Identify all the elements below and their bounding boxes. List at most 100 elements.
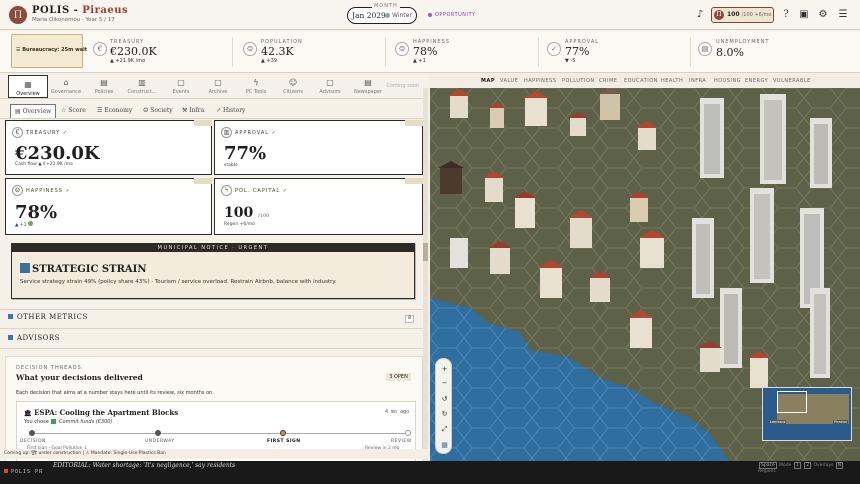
rotate-left-button[interactable]: ↺: [436, 393, 453, 405]
map-tab-health[interactable]: HEALTH: [661, 78, 683, 84]
nav-advisors[interactable]: ▢ Advisors: [310, 74, 350, 98]
help-icon[interactable]: ?: [780, 9, 792, 21]
subtab-overview[interactable]: ▤ Overview: [10, 104, 57, 118]
open-count-badge: 3 OPEN: [386, 373, 411, 381]
approval-card[interactable]: ▥ APPROVAL ✓ 77% stable: [214, 120, 423, 175]
approval-value: 77%: [565, 45, 590, 58]
divider: [0, 348, 428, 349]
notice-header: MUNICIPAL NOTICE · URGENT: [12, 244, 414, 252]
divider: [385, 37, 386, 67]
subtab-society[interactable]: ☺ Society: [139, 104, 177, 118]
key-hint-label: Mode: [779, 463, 792, 468]
nav-label: Construct...: [127, 89, 157, 95]
nav-archive[interactable]: ▢ Archive: [198, 74, 238, 98]
key-hint: 2: [804, 462, 812, 469]
map-tab-crime[interactable]: CRIME: [599, 78, 617, 84]
population-icon: ☺: [243, 42, 257, 56]
subtab-score[interactable]: ☆ Score: [57, 104, 90, 118]
map-tab-happiness[interactable]: HAPPINESS: [524, 78, 556, 84]
other-metrics-count: 8: [405, 315, 414, 323]
minimap[interactable]: Lemesos Piraeus: [762, 387, 852, 441]
stage-underway-dot: [155, 430, 161, 436]
nav-citizens[interactable]: ☺ Citizens: [273, 74, 313, 98]
fit-view-button[interactable]: ⤢: [436, 423, 453, 435]
happiness-card[interactable]: ☺ HAPPINESS ✓ 78% ▲ +1: [5, 178, 212, 235]
stage-decision-label: DECISION: [20, 439, 46, 444]
zoom-in-button[interactable]: +: [436, 363, 453, 375]
stage-review-label: REVIEW: [391, 439, 412, 444]
population-value: 42.3K: [261, 45, 294, 58]
nav-overview[interactable]: ▦ Overview: [8, 75, 48, 98]
unemployment-icon: ▤: [698, 42, 712, 56]
nav-label: Events: [172, 89, 190, 95]
map-tab-energy[interactable]: ENERGY: [745, 78, 768, 84]
divider: [0, 328, 428, 329]
map-tab-education[interactable]: EDUCATION: [624, 78, 658, 84]
subtab-label: History: [222, 107, 246, 114]
policies-icon: ▤: [100, 78, 108, 87]
map-tab-housing[interactable]: HOUSING: [714, 78, 741, 84]
other-metrics-toggle[interactable]: OTHER METRICS: [8, 313, 88, 321]
subtab-history[interactable]: ↗ History: [212, 104, 249, 118]
menu-icon[interactable]: ☰: [837, 9, 849, 21]
advisors-toggle[interactable]: ADVISORS: [8, 334, 60, 342]
nav-governance[interactable]: ⌂ Governance: [46, 74, 86, 98]
decision-title: What your decisions delivered: [16, 373, 143, 382]
card-label: POL. CAPITAL ✓: [235, 188, 288, 194]
volume-icon[interactable]: ♪: [694, 9, 706, 21]
pc-tools-icon: ϟ: [253, 78, 259, 87]
subtab-infra[interactable]: ⚒ Infra: [178, 104, 208, 118]
pol-capital-icon: ϟ: [221, 185, 232, 196]
map-tab-infra[interactable]: INFRA: [689, 78, 706, 84]
construct-icon: ▥: [138, 78, 146, 87]
divider: [690, 37, 691, 67]
map-tab-vulnerable[interactable]: VULNERABLE: [773, 78, 811, 84]
layer-toggle-button[interactable]: ▦: [436, 439, 453, 451]
subtab-economy[interactable]: ☰ Economy: [93, 104, 136, 118]
thread-title-text: ESPA: Cooling the Apartment Blocks: [34, 408, 179, 417]
stage-review-dot: [405, 430, 411, 436]
map-overlay-tabs: MAP VALUE HAPPINESS POLLUTION CRIME EDUC…: [430, 74, 860, 88]
coming-soon-label: Coming soon: [386, 83, 419, 89]
news-headline[interactable]: EDITORIAL: Water shortage: 'It's neglige…: [53, 462, 235, 469]
nav-pc-tools[interactable]: ϟ PC Tools: [236, 74, 276, 98]
city-emblem-icon: Π: [9, 6, 27, 24]
pol-capital-card-sub: Regen +6/mo: [224, 222, 255, 227]
treasury-delta: ▲ +21.9K /mo: [110, 58, 146, 64]
panel-scrollbar-thumb[interactable]: [423, 243, 428, 261]
treasury-card[interactable]: € TREASURY ✓ €230.0K Cash flow ▲ €+21.9K…: [5, 120, 212, 175]
map-tab-pollution[interactable]: POLLUTION: [562, 78, 595, 84]
rotate-right-button[interactable]: ↻: [436, 408, 453, 420]
panel-scrollbar[interactable]: [423, 88, 428, 462]
month-value: Jan 2029: [352, 11, 386, 20]
approval-icon: ▥: [221, 127, 232, 138]
opportunity-badge[interactable]: OPPORTUNITY: [428, 12, 476, 18]
minimap-viewport[interactable]: [777, 391, 807, 413]
notice-title-text: STRATEGIC STRAIN: [32, 264, 147, 275]
minimap-label: Piraeus: [833, 420, 848, 424]
save-icon[interactable]: ▣: [798, 9, 810, 21]
pol-capital-card[interactable]: ϟ POL. CAPITAL ✓ 100 /100 Regen +6/mo: [214, 178, 423, 235]
approval-delta: ▼ -5: [565, 58, 576, 64]
map-tab-value[interactable]: VALUE: [500, 78, 518, 84]
stats-strip: ☰ Bureaucracy: 25m wait € TREASURY €230.…: [0, 31, 860, 73]
nav-events[interactable]: ▢ Events: [161, 74, 201, 98]
stage-underway-label: UNDERWAY: [145, 439, 175, 444]
left-panel: ▦ Overview ⌂ Governance ▤ Policies ▥ Constru…: [0, 74, 428, 462]
expand-icon: [8, 335, 13, 340]
zoom-out-button[interactable]: −: [436, 377, 453, 389]
nav-newspaper[interactable]: ▤ Newspaper: [348, 74, 388, 98]
building-flag-icon: 🏛: [24, 410, 32, 417]
coming-up-ticker: Coming up: 🏗 under construction | ⚠ Mand…: [0, 449, 430, 459]
bureaucracy-text: Bureaucracy: 25m wait: [22, 47, 88, 53]
divider: [0, 309, 428, 310]
approval-card-value: 77%: [224, 143, 267, 164]
nav-policies[interactable]: ▤ Policies: [84, 74, 124, 98]
pol-capital-unit: /100: [258, 213, 270, 219]
settings-icon[interactable]: ⚙: [817, 9, 829, 21]
map-tab-map[interactable]: MAP: [481, 78, 495, 84]
card-label-text: POL. CAPITAL: [235, 188, 281, 194]
nav-construct[interactable]: ▥ Construct...: [122, 74, 162, 98]
pc-value: 100: [727, 11, 740, 18]
nav-label: PC Tools: [245, 89, 267, 95]
